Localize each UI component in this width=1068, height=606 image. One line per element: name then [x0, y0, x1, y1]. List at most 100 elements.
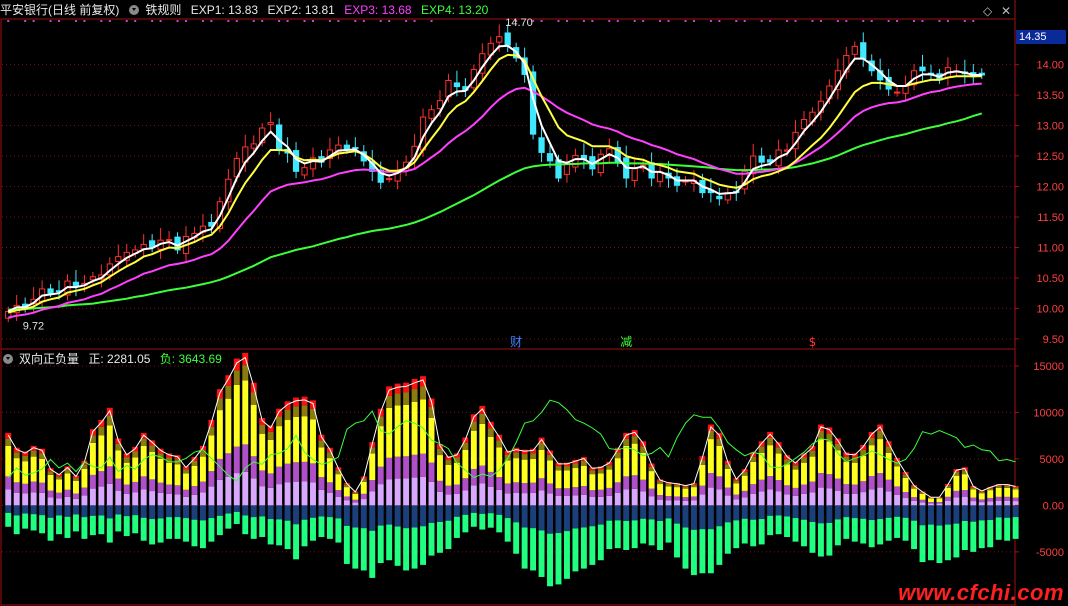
signal-dot: [185, 20, 188, 22]
negative-bar-segment: [885, 517, 892, 541]
positive-bar-segment: [690, 500, 697, 506]
volume-tick-label: 10000: [1033, 407, 1064, 419]
positive-bar-segment: [784, 464, 791, 486]
negative-bar-segment: [106, 505, 113, 519]
positive-bar-segment: [961, 474, 968, 491]
positive-bar-segment: [614, 482, 621, 493]
stock-title[interactable]: 平安银行(日线 前复权): [0, 3, 119, 17]
negative-bar-segment: [284, 505, 291, 521]
positive-bar-segment: [318, 477, 325, 490]
positive-bar-segment: [352, 502, 359, 506]
positive-bar-segment: [166, 462, 173, 485]
positive-bar-segment: [978, 491, 985, 494]
signal-dot: [100, 20, 103, 22]
positive-bar-segment: [690, 487, 697, 497]
negative-bar-segment: [580, 527, 587, 569]
negative-bar-segment: [834, 519, 841, 546]
negative-bar-segment: [724, 522, 731, 554]
negative-bar-segment: [343, 505, 350, 526]
positive-bar-segment: [72, 478, 79, 481]
positive-bar-segment: [555, 488, 562, 496]
negative-bar-segment: [699, 505, 706, 530]
positive-bar-segment: [259, 424, 266, 434]
positive-bar-segment: [284, 463, 291, 483]
signal-dot: [7, 20, 10, 22]
negative-bar-segment: [394, 505, 401, 527]
positive-bar-segment: [860, 492, 867, 506]
close-icon[interactable]: ✕: [1001, 4, 1011, 18]
positive-bar-segment: [521, 449, 528, 455]
positive-bar-segment: [318, 489, 325, 506]
positive-bar-segment: [885, 452, 892, 480]
positive-bar-segment: [894, 494, 901, 506]
positive-bar-segment: [877, 487, 884, 506]
indicator-dropdown-icon[interactable]: [129, 5, 140, 15]
positive-bar-segment: [479, 413, 486, 424]
positive-bar-segment: [157, 482, 164, 493]
signal-dot: [557, 20, 560, 22]
positive-bar-segment: [470, 485, 477, 506]
negative-bar-segment: [284, 520, 291, 550]
positive-bar-segment: [614, 492, 621, 506]
positive-bar-segment: [724, 468, 731, 488]
signal-dot: [83, 20, 86, 22]
negative-bar-segment: [987, 520, 994, 548]
positive-bar-segment: [411, 389, 418, 402]
negative-bar-segment: [47, 505, 54, 518]
positive-bar-segment: [437, 480, 443, 492]
positive-bar-segment: [936, 502, 943, 504]
negative-bar-segment: [72, 514, 79, 532]
positive-bar-segment: [970, 501, 977, 506]
positive-bar-segment: [411, 454, 418, 478]
positive-bar-segment: [276, 426, 283, 467]
negative-bar-segment: [563, 531, 570, 579]
positive-bar-segment: [775, 480, 782, 492]
indicator-name[interactable]: 铁规则: [145, 3, 181, 17]
positive-bar-segment: [166, 484, 173, 494]
positive-bar-segment: [834, 450, 841, 479]
positive-bar-segment: [530, 482, 537, 493]
signal-dot: [946, 20, 949, 22]
positive-bar-segment: [352, 493, 359, 500]
negative-bar-segment: [225, 505, 232, 514]
positive-bar-segment: [479, 423, 486, 466]
positive-bar-segment: [496, 489, 503, 506]
positive-bar-segment: [22, 461, 29, 484]
positive-bar-segment: [191, 486, 198, 495]
signal-dot: [134, 20, 137, 22]
signal-dot: [24, 20, 27, 22]
volume-indicator-name[interactable]: 双向正负量: [19, 352, 79, 366]
negative-bar-segment: [89, 515, 96, 536]
positive-bar-segment: [487, 428, 494, 437]
positive-bar-segment: [580, 494, 587, 506]
positive-bar-segment: [928, 497, 934, 499]
positive-bar-segment: [360, 493, 367, 500]
positive-bar-segment: [775, 447, 782, 454]
signal-dot: [811, 20, 814, 22]
negative-bar-segment: [953, 523, 960, 558]
positive-bar-segment: [648, 471, 655, 489]
positive-bar-segment: [72, 480, 79, 494]
positive-bar-segment: [801, 484, 807, 494]
positive-bar-segment: [335, 474, 342, 491]
negative-bar-segment: [944, 524, 951, 561]
positive-bar-segment: [504, 483, 511, 494]
negative-bar-segment: [496, 505, 503, 515]
positive-bar-segment: [30, 481, 37, 493]
negative-bar-segment: [834, 505, 841, 520]
negative-bar-segment: [326, 517, 333, 539]
positive-bar-segment: [580, 465, 587, 487]
positive-bar-segment: [98, 426, 105, 436]
candle-body: [716, 195, 723, 200]
signal-dot: [642, 20, 645, 22]
positive-bar-segment: [877, 430, 884, 440]
positive-bar-segment: [386, 479, 393, 506]
positive-bar-segment: [132, 481, 139, 493]
positive-bar-segment: [301, 461, 308, 482]
negative-bar-segment: [547, 533, 553, 587]
price-tick-label: 13.00: [1036, 121, 1064, 133]
diamond-icon[interactable]: ◇: [983, 4, 992, 18]
indicator-dropdown-icon-2[interactable]: [3, 354, 13, 364]
positive-bar-segment: [326, 482, 333, 493]
positive-bar-segment: [801, 462, 807, 485]
